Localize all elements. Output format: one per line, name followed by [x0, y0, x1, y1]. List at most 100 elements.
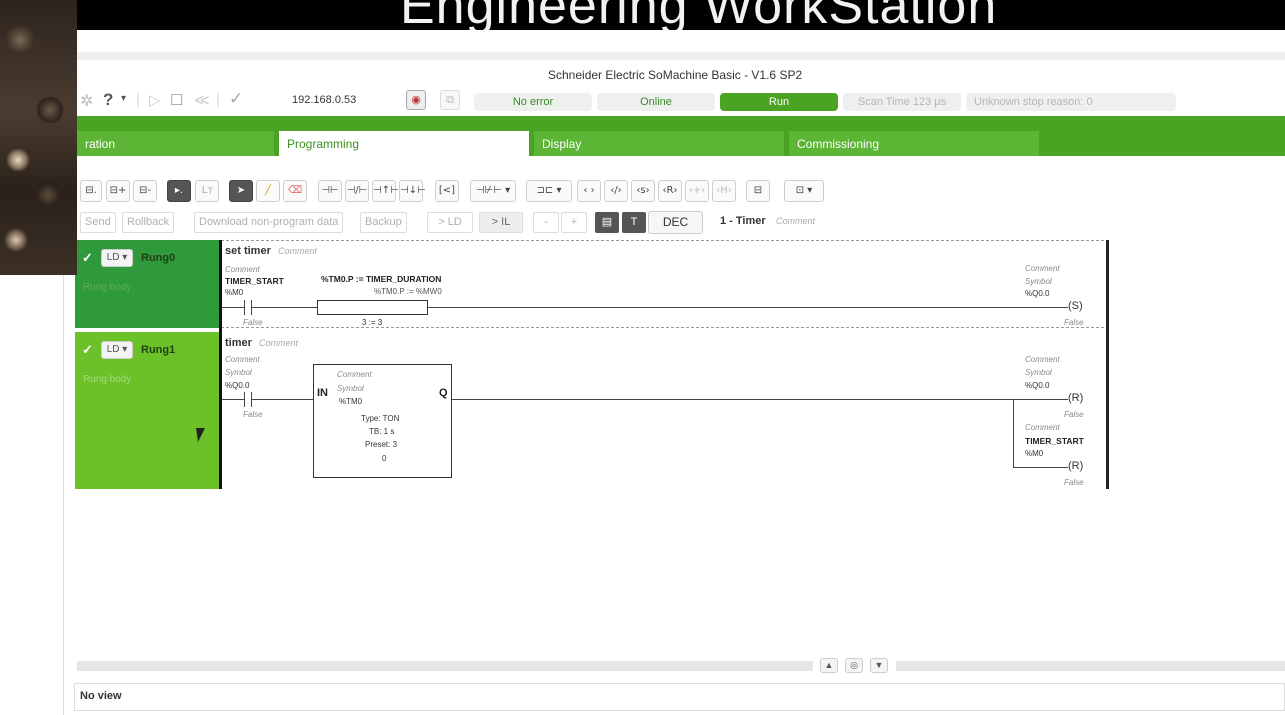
negated-coil-icon[interactable]: ‹/›: [604, 180, 628, 202]
wire: [222, 399, 244, 400]
stop-icon[interactable]: ☐: [170, 91, 183, 109]
coil-type: S: [1071, 300, 1080, 312]
wire: [251, 399, 313, 400]
play-icon[interactable]: ▷: [149, 91, 161, 109]
tab-commissioning[interactable]: Commissioning: [789, 131, 1039, 156]
banner-title: Engineering WorkStation: [400, 0, 998, 30]
program-comment[interactable]: Comment: [776, 216, 815, 226]
contact-bar[interactable]: [244, 392, 245, 407]
rung-check-icon[interactable]: ✓: [82, 342, 93, 358]
no-contact-icon[interactable]: ⊣⊢: [318, 180, 342, 202]
horizontal-scrollbar[interactable]: [77, 661, 813, 671]
horizontal-scrollbar-right[interactable]: [896, 661, 1285, 671]
operation-block-icon[interactable]: ⊟: [746, 180, 770, 202]
compare-block-icon[interactable]: [<]: [435, 180, 459, 202]
timer-preset: Preset: 3: [365, 440, 398, 449]
misc-dropdown-icon[interactable]: ⊡ ▾: [784, 180, 824, 202]
reset-coil-icon[interactable]: ‹R›: [658, 180, 682, 202]
rewind-icon[interactable]: ≪: [194, 91, 210, 109]
rung-panel-0[interactable]: ✓ LD ▾ Rung0 Rung body: [75, 240, 221, 328]
operation-expression: %TM0.P := TIMER_DURATION: [321, 274, 442, 284]
rung-body-label[interactable]: Rung body: [83, 374, 131, 385]
jump-coil-icon[interactable]: ‹+›: [685, 180, 709, 202]
timer-type: Type: TON: [361, 414, 400, 423]
help-icon[interactable]: ?: [103, 90, 113, 110]
rising-edge-contact-icon[interactable]: ⊣↑⊢: [372, 180, 399, 202]
nc-contact-icon[interactable]: ⊣/⊢: [345, 180, 369, 202]
contact-symbol: TIMER_START: [225, 276, 284, 286]
coil-symbol: Symbol: [1025, 277, 1052, 286]
contact-state: False: [243, 410, 263, 419]
rung-language-dropdown[interactable]: LD ▾: [101, 341, 133, 359]
rung-title-comment[interactable]: Comment: [259, 338, 298, 348]
timer-address: %TM0: [339, 397, 363, 406]
rung-body-label[interactable]: Rung body: [83, 282, 131, 293]
send-button[interactable]: Send: [80, 212, 116, 233]
scroll-down-icon[interactable]: ▼: [870, 658, 888, 673]
logout-icon[interactable]: ⧉: [440, 90, 460, 110]
operation-block[interactable]: [317, 300, 428, 315]
set-coil[interactable]: (S): [1068, 300, 1083, 312]
select-tool-icon[interactable]: ➤: [229, 180, 253, 202]
rung-title[interactable]: set timer: [225, 245, 271, 257]
coil-state: False: [1064, 478, 1084, 487]
rung-title[interactable]: timer: [225, 337, 252, 349]
contact-address: %Q0.0: [225, 381, 250, 390]
function-block-dropdown-icon[interactable]: ⊐⊏ ▾: [526, 180, 572, 202]
tab-programming[interactable]: Programming: [279, 131, 529, 156]
falling-edge-contact-icon[interactable]: ⊣↓⊢: [399, 180, 426, 202]
convert-to-il-button[interactable]: > IL: [479, 212, 523, 233]
webcam-overlay: [0, 0, 77, 275]
set-coil-icon[interactable]: ‹s›: [631, 180, 655, 202]
convert-to-ld-button[interactable]: > LD: [427, 212, 473, 233]
contact-address: %M0: [225, 288, 244, 297]
backup-button[interactable]: Backup: [360, 212, 407, 233]
tab-configuration[interactable]: ration: [77, 131, 274, 156]
draw-line-icon[interactable]: ╱: [256, 180, 280, 202]
coil-type: R: [1071, 392, 1080, 404]
ladder-mode-icon[interactable]: ▸.: [167, 180, 191, 202]
erase-icon[interactable]: ⌫: [283, 180, 307, 202]
run-status[interactable]: Run: [720, 93, 838, 111]
coil-symbol: TIMER_START: [1025, 436, 1084, 446]
contact-bar[interactable]: [244, 300, 245, 315]
dec-format-button[interactable]: DEC: [648, 211, 703, 234]
login-icon[interactable]: ◉: [406, 90, 426, 110]
tab-display[interactable]: Display: [534, 131, 784, 156]
rollback-button[interactable]: Rollback: [122, 212, 175, 233]
zoom-in-button[interactable]: +: [561, 212, 587, 233]
rung-title-comment[interactable]: Comment: [278, 246, 317, 256]
xor-block-dropdown-icon[interactable]: ⊣⊬⊢ ▾: [470, 180, 516, 202]
coil-comment: Comment: [1025, 355, 1060, 364]
scroll-up-icon[interactable]: ▲: [820, 658, 838, 673]
insert-rung-below-icon[interactable]: ⊟+: [106, 180, 130, 202]
contact-symbol: Symbol: [225, 368, 252, 377]
wire: [222, 307, 244, 308]
reset-coil[interactable]: (R): [1068, 392, 1083, 404]
comments-toggle-icon[interactable]: ▤: [595, 212, 619, 233]
coil-type: R: [1071, 460, 1080, 472]
rung-check-icon[interactable]: ✓: [82, 250, 93, 266]
coil-icon[interactable]: ‹ ›: [577, 180, 601, 202]
coil-address: %M0: [1025, 449, 1044, 458]
halt-coil-icon[interactable]: ‹H›: [712, 180, 736, 202]
contact-comment: Comment: [225, 265, 260, 274]
help-dropdown-icon[interactable]: ▾: [121, 93, 126, 104]
zoom-out-button[interactable]: -: [533, 212, 559, 233]
window-title: Schneider Electric SoMachine Basic - V1.…: [548, 68, 803, 82]
rung-panel-1[interactable]: ✓ LD ▾ Rung1 Rung body: [75, 332, 221, 489]
text-toggle-icon[interactable]: T: [622, 212, 646, 233]
insert-rung-above-icon[interactable]: ⊟.: [80, 180, 102, 202]
delete-rung-icon[interactable]: ⊟-: [133, 180, 157, 202]
download-data-button[interactable]: Download non-program data: [194, 212, 344, 233]
rung-language-dropdown[interactable]: LD ▾: [101, 249, 133, 267]
scroll-center-icon[interactable]: ◎: [845, 658, 863, 673]
tools-icon[interactable]: ✲: [80, 91, 93, 111]
timer-value: 0: [382, 454, 387, 463]
list-mode-icon[interactable]: L⁊: [195, 180, 219, 202]
top-banner: Engineering WorkStation: [0, 0, 1285, 30]
check-icon[interactable]: ✓: [229, 89, 243, 109]
coil-comment: Comment: [1025, 423, 1060, 432]
reset-coil[interactable]: (R): [1068, 460, 1083, 472]
contact-state: False: [243, 318, 263, 327]
